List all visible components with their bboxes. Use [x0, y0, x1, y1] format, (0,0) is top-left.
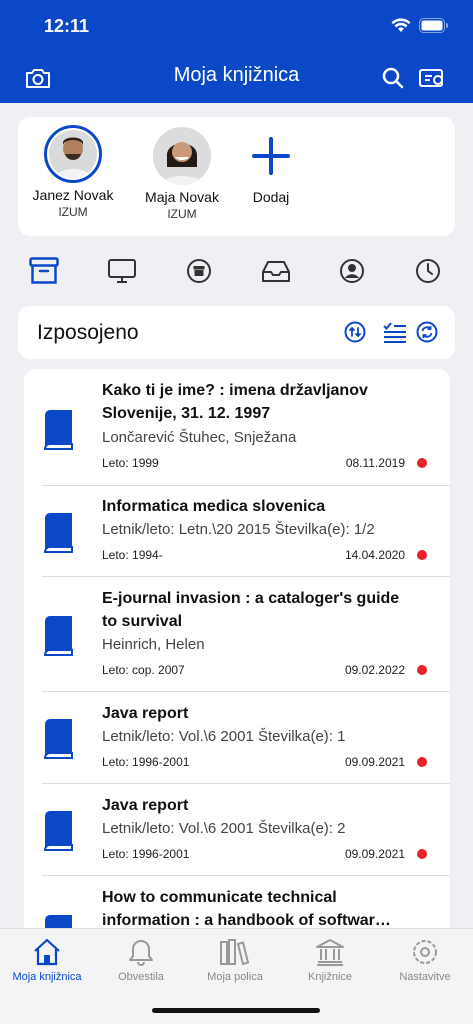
book-icon — [43, 410, 73, 450]
tab-account[interactable] — [336, 255, 368, 287]
profile-janez-novak[interactable]: Janez Novak IZUM — [23, 125, 123, 219]
item-year: Leto: 1996-2001 — [102, 755, 190, 769]
book-icon — [43, 811, 73, 851]
tab-label: Moja knjižnica — [12, 971, 82, 983]
profile-org: IZUM — [58, 205, 88, 219]
plus-icon — [252, 137, 290, 175]
status-time: 12:11 — [44, 16, 90, 36]
profile-name: Janez Novak — [32, 187, 114, 203]
tab-my-shelf[interactable]: Moja polica — [188, 937, 282, 983]
item-year: Leto: 1994- — [102, 548, 163, 562]
card-button[interactable] — [418, 64, 446, 92]
item-year: Leto: 1996-2001 — [102, 847, 190, 861]
item-title: How to communicate technical information … — [102, 889, 391, 929]
search-icon — [382, 67, 404, 89]
tab-libraries[interactable]: Knjižnice — [283, 937, 377, 983]
list-item[interactable]: E-journal invasion : a cataloger's guide… — [24, 577, 450, 691]
category-bar — [18, 255, 455, 287]
tab-label: Nastavitve — [399, 971, 451, 983]
home-indicator — [152, 1008, 320, 1013]
tab-history[interactable] — [412, 255, 444, 287]
monitor-icon — [108, 259, 136, 283]
tray-icon — [262, 261, 290, 282]
item-volume: Letnik/leto: Vol.\6 2001 Številka(e): 2 — [102, 820, 346, 837]
app-header: 12:11 Moja knjižnica — [0, 0, 473, 103]
search-button[interactable] — [379, 64, 407, 92]
overdue-indicator — [417, 757, 427, 767]
borrowed-list: Kako ti je ime? : imena državljanov Slove… — [24, 369, 450, 1009]
refresh-icon — [416, 321, 438, 343]
tab-my-library[interactable]: Moja knjižnica — [0, 937, 94, 983]
tab-settings[interactable]: Nastavitve — [378, 937, 472, 983]
item-author: Heinrich, Helen — [102, 636, 205, 653]
select-all-button[interactable] — [383, 320, 407, 344]
library-icon — [316, 939, 344, 966]
item-title: E-journal invasion : a cataloger's guide… — [102, 590, 400, 630]
status-bar: 12:11 — [0, 14, 473, 40]
item-due-date: 09.09.2021 — [344, 755, 405, 769]
checklist-icon — [383, 322, 406, 343]
shelf-icon — [220, 939, 250, 966]
user-circle-icon — [340, 259, 364, 283]
item-due-date: 09.02.2022 — [344, 663, 405, 677]
list-item[interactable]: Informatica medica slovenica Letnik/leto… — [24, 486, 450, 576]
archive-icon — [29, 257, 59, 284]
tab-label: Knjižnice — [307, 971, 353, 983]
tab-label: Obvestila — [118, 971, 164, 983]
battery-icon — [419, 18, 448, 33]
profile-name: Maja Novak — [145, 189, 219, 205]
bell-icon — [129, 940, 153, 966]
box-icon — [187, 259, 211, 283]
book-icon — [43, 513, 73, 553]
item-title: Kako ti je ime? : imena državljanov Slove… — [102, 382, 368, 422]
list-item[interactable]: Java report Letnik/leto: Vol.\6 2001 Šte… — [24, 784, 450, 875]
home-icon — [34, 938, 60, 966]
section-title: Izposojeno — [37, 321, 139, 344]
tab-inbox[interactable] — [260, 255, 292, 287]
overdue-indicator — [417, 665, 427, 675]
sort-button[interactable] — [343, 320, 367, 344]
add-profile-button[interactable]: Dodaj — [221, 125, 321, 205]
item-volume: Letnik/leto: Letn.\20 2015 Številka(e): … — [102, 521, 375, 538]
tab-online[interactable] — [106, 255, 138, 287]
profile-org: IZUM — [167, 207, 197, 221]
tab-reserved[interactable] — [183, 255, 215, 287]
tab-label: Moja polica — [207, 971, 263, 983]
profile-maja-novak[interactable]: Maja Novak IZUM — [132, 125, 232, 221]
sort-icon — [344, 321, 366, 343]
list-item[interactable]: Java report Letnik/leto: Vol.\6 2001 Šte… — [24, 692, 450, 783]
item-author: Lončarević Štuhec, Snježana — [102, 429, 297, 446]
member-card-icon — [419, 69, 443, 87]
item-title: Informatica medica slovenica — [102, 498, 326, 515]
tab-notifications[interactable]: Obvestila — [94, 937, 188, 983]
item-volume: Letnik/leto: Vol.\6 2001 Številka(e): 1 — [102, 728, 346, 745]
book-icon — [43, 616, 73, 656]
item-due-date: 14.04.2020 — [344, 548, 405, 562]
profiles-card: Janez Novak IZUM Maja Novak IZUM Dodaj — [18, 117, 455, 236]
item-title: Java report — [102, 705, 189, 722]
item-title: Java report — [102, 797, 189, 814]
item-year: Leto: 1999 — [102, 456, 159, 470]
tab-borrowed[interactable] — [28, 255, 60, 287]
settings-icon — [413, 940, 437, 964]
overdue-indicator — [417, 849, 427, 859]
avatar — [44, 125, 102, 183]
section-header: Izposojeno — [18, 306, 455, 359]
add-profile-label: Dodaj — [252, 189, 290, 205]
overdue-indicator — [417, 458, 427, 468]
list-item[interactable]: Kako ti je ime? : imena državljanov Slove… — [24, 369, 450, 485]
avatar — [153, 127, 211, 185]
wifi-icon — [391, 18, 411, 32]
item-year: Leto: cop. 2007 — [102, 663, 185, 677]
overdue-indicator — [417, 550, 427, 560]
item-due-date: 09.09.2021 — [344, 847, 405, 861]
book-icon — [43, 719, 73, 759]
renew-button[interactable] — [415, 320, 439, 344]
clock-icon — [416, 259, 440, 283]
item-due-date: 08.11.2019 — [345, 456, 405, 470]
